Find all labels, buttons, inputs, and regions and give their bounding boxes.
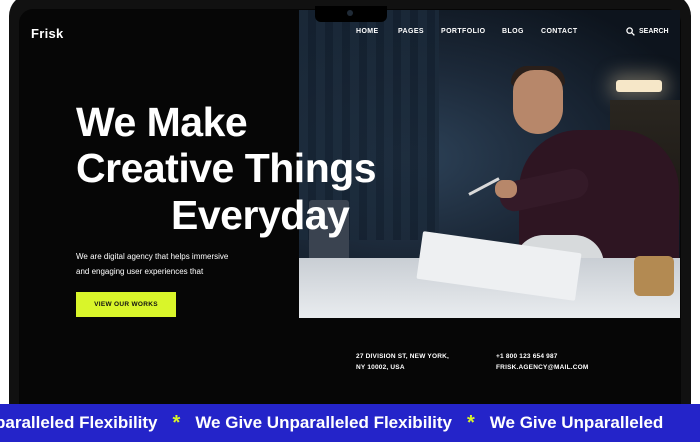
marquee-text: paralleled Flexibility <box>0 413 158 432</box>
view-our-works-button[interactable]: VIEW OUR WORKS <box>76 292 176 317</box>
address-line-1: 27 DIVISION ST, NEW YORK, <box>356 353 450 360</box>
hero-description: We are digital agency that helps immersi… <box>76 249 276 279</box>
search-icon <box>626 27 635 36</box>
nav-pages[interactable]: PAGES <box>398 28 424 35</box>
marquee-track: paralleled Flexibility * We Give Unparal… <box>0 413 672 433</box>
marquee-text: We Give Unparalleled <box>489 413 664 432</box>
person-head <box>513 70 563 134</box>
hero-headline-line-3: Everyday <box>171 192 350 238</box>
brand-logo[interactable]: Frisk <box>31 26 64 41</box>
marquee-text: We Give Unparalleled Flexibility <box>195 413 452 432</box>
webcam-icon <box>347 10 353 16</box>
search-button[interactable]: SEARCH <box>626 27 669 36</box>
nav-portfolio[interactable]: PORTFOLIO <box>441 28 485 35</box>
nav-home[interactable]: HOME <box>356 28 379 35</box>
nav-contact[interactable]: CONTACT <box>541 28 578 35</box>
address-line-2: NY 10002, USA <box>356 364 405 371</box>
star-icon: * <box>172 412 181 434</box>
hero-headline-line-1: We Make <box>76 99 248 145</box>
hero-headline-line-2: Creative Things <box>76 145 377 191</box>
contact-details: +1 800 123 654 987 FRISK.AGENCY@MAIL.COM <box>496 351 589 373</box>
star-icon: * <box>466 412 475 434</box>
photo-jar <box>634 256 674 296</box>
search-label: SEARCH <box>639 28 669 35</box>
person-hand <box>495 180 517 198</box>
hero-description-line-1: We are digital agency that helps immersi… <box>76 252 229 261</box>
contact-email[interactable]: FRISK.AGENCY@MAIL.COM <box>496 362 589 373</box>
contact-phone[interactable]: +1 800 123 654 987 <box>496 351 589 362</box>
nav-blog[interactable]: BLOG <box>502 28 524 35</box>
hero-description-line-2: and engaging user experiences that <box>76 267 204 276</box>
marquee-banner: paralleled Flexibility * We Give Unparal… <box>0 404 700 442</box>
contact-address: 27 DIVISION ST, NEW YORK, NY 10002, USA <box>356 351 449 373</box>
